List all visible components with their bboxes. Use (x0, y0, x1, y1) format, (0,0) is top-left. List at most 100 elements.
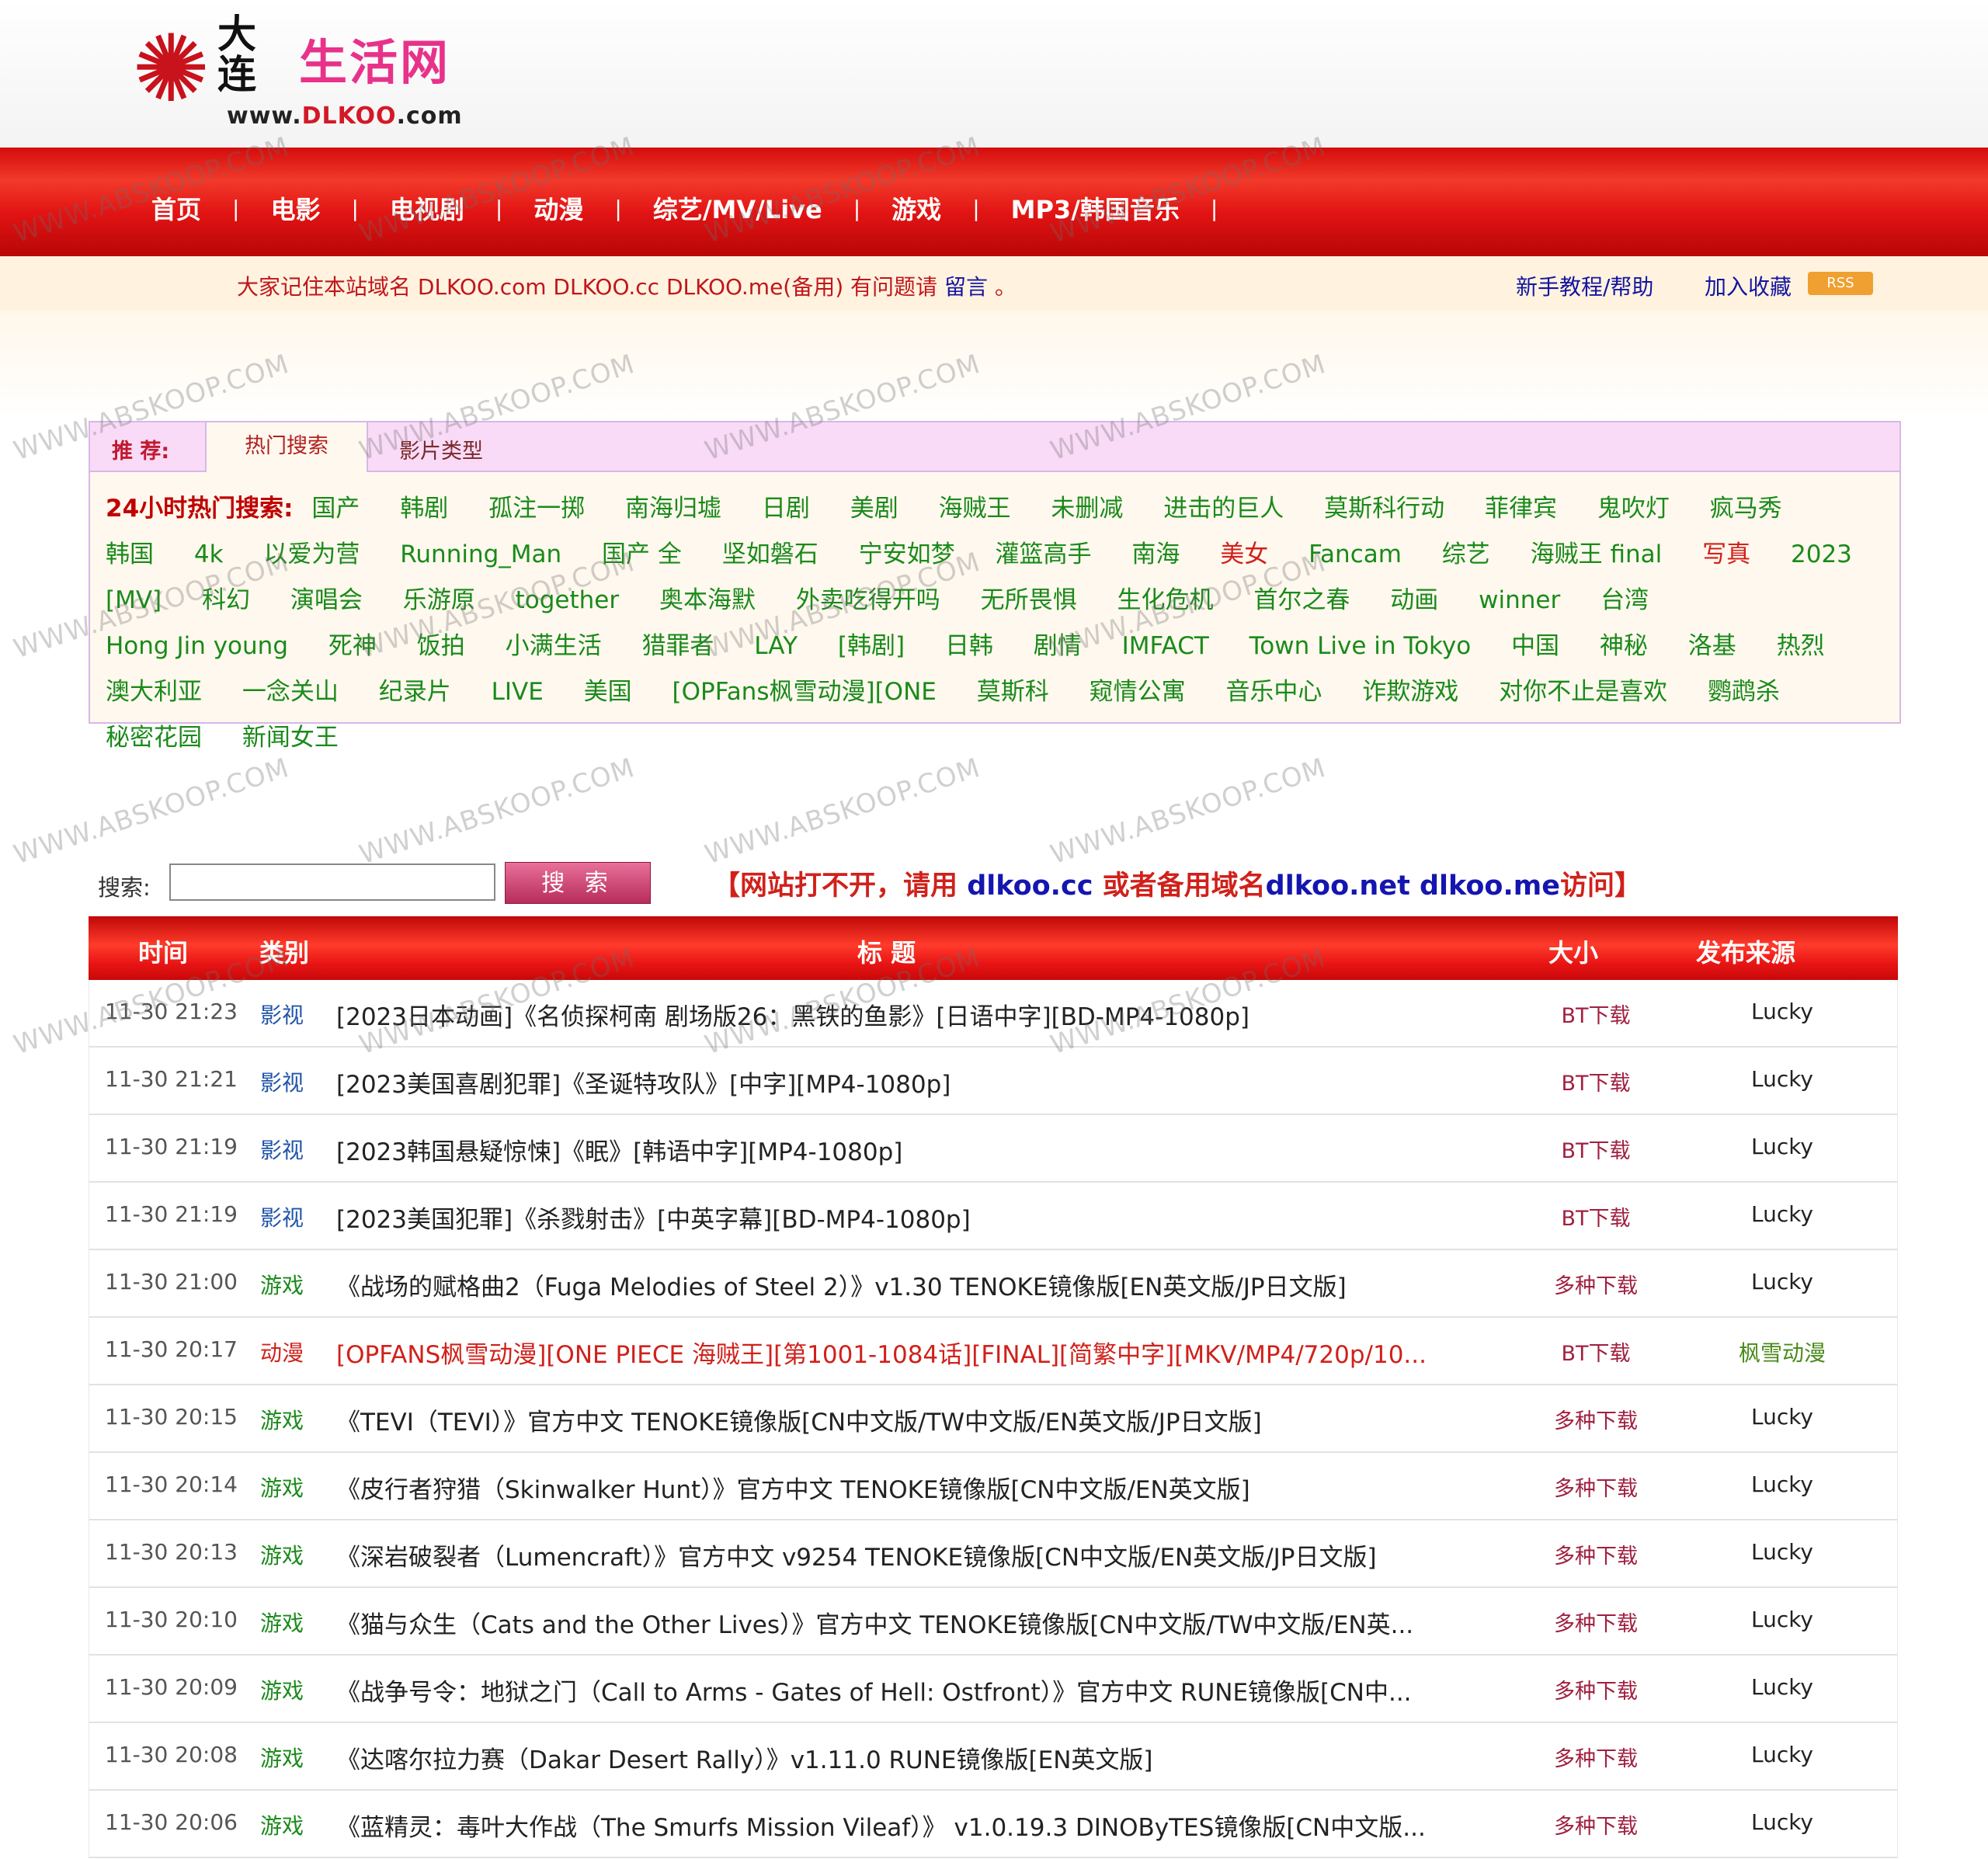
hot-search-item[interactable]: 日韩 (945, 632, 993, 660)
row-category[interactable]: 游戏 (260, 1607, 304, 1638)
row-category[interactable]: 影视 (260, 1134, 304, 1165)
hot-search-item[interactable]: 小满生活 (506, 632, 602, 660)
hot-search-item[interactable]: 秘密花园 (106, 724, 202, 752)
row-download-link[interactable]: BT下载 (1526, 999, 1666, 1029)
row-title-link[interactable]: 《深岩破裂者（Lumencraft）》官方中文 v9254 TENOKE镜像版[… (336, 1538, 1563, 1572)
row-download-link[interactable]: 多种下载 (1526, 1607, 1666, 1637)
hot-search-item[interactable]: 美女 (1220, 540, 1268, 568)
hot-search-item[interactable]: 诈欺游戏 (1362, 678, 1458, 706)
nav-home[interactable]: 首页 (120, 190, 232, 226)
hot-search-item[interactable]: 孤注一掷 (488, 495, 585, 523)
hot-search-item[interactable]: 南海 (1131, 540, 1180, 568)
hot-search-item[interactable]: 对你不止是喜欢 (1499, 678, 1667, 706)
rss-icon[interactable]: RSS (1808, 272, 1873, 295)
hot-search-item[interactable]: 鹦鹉杀 (1708, 678, 1780, 706)
hot-search-item[interactable]: 中国 (1511, 632, 1559, 660)
hot-search-item[interactable]: 国产 (311, 495, 360, 523)
hot-search-item[interactable]: 南海归墟 (625, 495, 721, 523)
search-button[interactable]: 搜 索 (505, 862, 651, 904)
hot-search-item[interactable]: 动画 (1390, 586, 1438, 614)
hot-search-item[interactable]: winner (1479, 586, 1560, 614)
row-title-link[interactable]: 《战争号令：地狱之门（Call to Arms - Gates of Hell:… (336, 1673, 1563, 1708)
hot-search-item[interactable]: 音乐中心 (1225, 678, 1322, 706)
hot-search-item[interactable]: 台湾 (1600, 586, 1649, 614)
row-title-link[interactable]: [OPFANS枫雪动漫][ONE PIECE 海贼王][第1001-1084话]… (336, 1335, 1563, 1370)
hot-search-item[interactable]: 美剧 (850, 495, 898, 523)
hot-search-item[interactable]: 日剧 (762, 495, 810, 523)
search-input[interactable] (169, 863, 495, 901)
hot-search-item[interactable]: 2023 (1791, 540, 1852, 568)
row-title-link[interactable]: [2023韩国悬疑惊悚]《眠》[韩语中字][MP4-1080p] (336, 1132, 1563, 1167)
hot-search-item[interactable]: 纪录片 (379, 678, 451, 706)
row-download-link[interactable]: BT下载 (1526, 1201, 1666, 1232)
nav-music[interactable]: MP3/韩国音乐 (980, 190, 1211, 226)
hot-search-item[interactable]: 疯马秀 (1710, 495, 1782, 523)
hot-search-item[interactable]: 死神 (328, 632, 377, 660)
hot-search-item[interactable]: 剧情 (1034, 632, 1082, 660)
row-download-link[interactable]: 多种下载 (1526, 1674, 1666, 1704)
hot-search-item[interactable]: 猎罪者 (641, 632, 714, 660)
row-title-link[interactable]: [2023美国犯罪]《杀戮射击》[中英字幕][BD-MP4-1080p] (336, 1200, 1563, 1235)
row-category[interactable]: 游戏 (260, 1404, 304, 1435)
nav-tv[interactable]: 电视剧 (359, 190, 495, 226)
row-category[interactable]: 影视 (260, 1201, 304, 1232)
hot-search-item[interactable]: 热烈 (1777, 632, 1825, 660)
row-category[interactable]: 游戏 (260, 1742, 304, 1773)
row-title-link[interactable]: 《蓝精灵：毒叶大作战（The Smurfs Mission Vileaf）》 v… (336, 1808, 1563, 1843)
hot-search-item[interactable]: 鬼吹灯 (1597, 495, 1670, 523)
hot-search-item[interactable]: 海贼王 (939, 495, 1011, 523)
hot-search-item[interactable]: IMFACT (1122, 632, 1209, 660)
nav-variety[interactable]: 综艺/MV/Live (622, 190, 853, 226)
row-category[interactable]: 游戏 (260, 1539, 304, 1570)
hot-search-item[interactable]: 莫斯科 (977, 678, 1049, 706)
row-title-link[interactable]: 《TEVI（TEVI）》官方中文 TENOKE镜像版[CN中文版/TW中文版/E… (336, 1402, 1563, 1437)
row-download-link[interactable]: 多种下载 (1526, 1472, 1666, 1502)
hot-search-item[interactable]: 写真 (1702, 540, 1750, 568)
row-download-link[interactable]: BT下载 (1526, 1336, 1666, 1367)
hot-search-item[interactable]: 神秘 (1600, 632, 1648, 660)
row-download-link[interactable]: 多种下载 (1526, 1404, 1666, 1434)
row-category[interactable]: 游戏 (260, 1674, 304, 1705)
row-title-link[interactable]: 《达喀尔拉力赛（Dakar Desert Rally）》v1.11.0 RUNE… (336, 1740, 1563, 1775)
row-title-link[interactable]: [2023日本动画]《名侦探柯南 剧场版26：黑铁的鱼影》[日语中字][BD-M… (336, 997, 1563, 1032)
tab-genre[interactable]: 影片类型 (399, 434, 483, 464)
row-category[interactable]: 动漫 (260, 1336, 304, 1367)
row-category[interactable]: 游戏 (260, 1269, 304, 1300)
hot-search-item[interactable]: 洛基 (1688, 632, 1736, 660)
row-category[interactable]: 游戏 (260, 1472, 304, 1503)
hot-search-item[interactable]: 演唱会 (290, 586, 363, 614)
hot-search-item[interactable]: 奥本海默 (659, 586, 756, 614)
hot-search-item[interactable]: 坚如磐石 (722, 540, 818, 568)
hot-search-item[interactable]: [OPFans枫雪动漫][ONE (673, 678, 937, 706)
hot-search-item[interactable]: 韩国 (106, 540, 154, 568)
hot-search-item[interactable]: [韩剧] (838, 632, 905, 660)
hot-search-item[interactable]: 新闻女王 (242, 724, 339, 752)
hot-search-item[interactable]: 澳大利亚 (106, 678, 202, 706)
hot-search-item[interactable]: 科幻 (202, 586, 250, 614)
hot-search-item[interactable]: 4k (194, 540, 224, 568)
hot-search-item[interactable]: 窥情公寓 (1090, 678, 1186, 706)
row-download-link[interactable]: 多种下载 (1526, 1742, 1666, 1772)
hot-search-item[interactable]: 未删减 (1051, 495, 1123, 523)
row-category[interactable]: 影视 (260, 999, 304, 1030)
hot-search-item[interactable]: LIVE (492, 678, 544, 706)
hot-search-item[interactable]: 无所畏惧 (981, 586, 1077, 614)
row-download-link[interactable]: 多种下载 (1526, 1809, 1666, 1840)
row-title-link[interactable]: 《猫与众生（Cats and the Other Lives）》官方中文 TEN… (336, 1605, 1563, 1640)
hot-search-item[interactable]: 灌篮高手 (995, 540, 1091, 568)
hot-search-item[interactable]: 以爱为营 (263, 540, 360, 568)
add-favorite-link[interactable]: 加入收藏 (1705, 270, 1792, 301)
hot-search-item[interactable]: 菲律宾 (1485, 495, 1557, 523)
site-logo[interactable]: ✺ 大连 生活网 www.DLKOO.com (124, 8, 489, 132)
hot-search-item[interactable]: 综艺 (1442, 540, 1490, 568)
hot-search-item[interactable]: 外卖吃得开吗 (796, 586, 940, 614)
hot-search-item[interactable]: 宁安如梦 (859, 540, 955, 568)
nav-movies[interactable]: 电影 (239, 190, 351, 226)
row-title-link[interactable]: 《皮行者狩猎（Skinwalker Hunt）》官方中文 TENOKE镜像版[C… (336, 1470, 1563, 1505)
hot-search-item[interactable]: Fancam (1309, 540, 1402, 568)
hot-search-item[interactable]: Hong Jin young (106, 632, 288, 660)
hot-search-item[interactable]: 一念关山 (242, 678, 339, 706)
hot-search-item[interactable]: 首尔之春 (1253, 586, 1350, 614)
row-download-link[interactable]: 多种下载 (1526, 1539, 1666, 1569)
hot-search-item[interactable]: 国产 全 (602, 540, 682, 568)
